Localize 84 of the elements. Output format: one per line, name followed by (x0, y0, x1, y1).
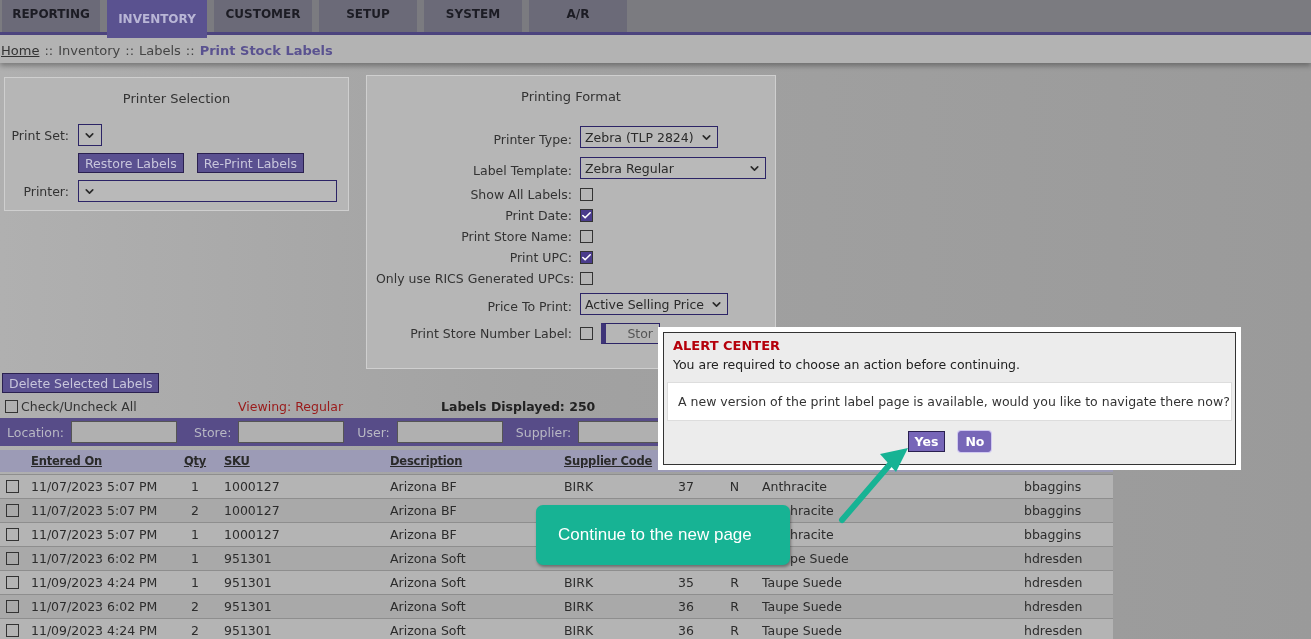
table-cell: 11/09/2023 4:24 PM (31, 623, 158, 638)
table-cell: 951301 (224, 599, 272, 614)
table-cell: hdresden (1024, 575, 1083, 590)
table-cell: 2 (191, 503, 199, 518)
panel-title: Printing Format (520, 89, 622, 104)
table-cell-text: hracite (789, 527, 834, 542)
table-cell: Arizona Soft (390, 575, 466, 590)
table-cell: Arizona BF (390, 527, 457, 542)
field-label: Printer Type: (492, 131, 572, 147)
callout-tooltip: Continue to the new page (536, 505, 790, 565)
table-cell: 36 (678, 599, 694, 614)
table-cell: 2 (191, 623, 199, 638)
table-cell: BIRK (564, 575, 594, 590)
table-cell-text: pe Suede (789, 551, 849, 566)
table-cell: Arizona BF (390, 503, 457, 518)
table-cell: 11/07/2023 6:02 PM (31, 599, 158, 614)
table-cell: bbaggins (1024, 503, 1082, 518)
table-cell: 37 (678, 479, 694, 494)
table-cell: Taupe Suede (762, 623, 842, 638)
table-cell: 951301 (224, 623, 272, 638)
field-label: Printer: (22, 183, 69, 199)
dialog-message: A new version of the print label page is available, would you like to navigate there now? (667, 382, 1232, 421)
field-label: Print Store Number Label: (409, 325, 572, 341)
table-cell: 11/07/2023 6:02 PM (31, 551, 158, 566)
dialog-subtitle: You are required to choose an action before continuing. (673, 357, 1021, 372)
table-cell: 36 (678, 623, 694, 638)
table-cell: Arizona Soft (390, 599, 466, 614)
field-label: Print UPC: (508, 250, 572, 265)
table-cell: 11/09/2023 4:24 PM (31, 575, 158, 590)
table-cell: 35 (678, 575, 694, 590)
filter-label: User: (357, 424, 390, 440)
table-cell: R (730, 623, 739, 638)
table-cell: hdresden (1024, 551, 1083, 566)
table-cell: 951301 (224, 551, 272, 566)
table-cell: Anthracite (762, 479, 828, 494)
table-cell: BIRK (564, 623, 594, 638)
table-cell: 1000127 (224, 527, 280, 542)
dialog-title: ALERT CENTER (673, 338, 782, 353)
table-cell: 11/07/2023 5:07 PM (31, 503, 158, 518)
labels-count: Labels Displayed: 250 (441, 398, 596, 414)
table-cell: hdresden (1024, 599, 1083, 614)
breadcrumb-item: Labels (139, 42, 181, 58)
table-cell: 11/07/2023 5:07 PM (31, 479, 158, 494)
viewing-status: Viewing: Regular (238, 398, 345, 414)
table-cell: R (730, 575, 739, 590)
table-cell: BIRK (564, 599, 594, 614)
table-cell: Arizona Soft (390, 623, 466, 638)
check-all-label: Check/Uncheck All (21, 398, 137, 414)
filter-label: Store: (194, 424, 232, 440)
table-cell: Arizona Soft (390, 551, 466, 566)
table-cell: 11/07/2023 5:07 PM (31, 527, 158, 542)
breadcrumb-item: Inventory (58, 42, 121, 58)
table-cell: R (730, 599, 739, 614)
table-cell: Taupe Suede (762, 575, 842, 590)
breadcrumb-separator: :: (44, 42, 54, 58)
table-cell: 951301 (224, 575, 272, 590)
field-label: Print Date: (504, 208, 572, 223)
field-label: Show All Labels: (469, 187, 572, 202)
table-cell: 1 (191, 551, 199, 566)
filter-label: Supplier: (515, 424, 572, 440)
table-cell: 1 (191, 527, 199, 542)
breadcrumb-current: Print Stock Labels (199, 42, 333, 58)
table-cell: bbaggins (1024, 479, 1082, 494)
table-cell: hdresden (1024, 623, 1083, 638)
table-cell: Taupe Suede (762, 599, 842, 614)
breadcrumb-separator: :: (185, 42, 195, 58)
table-cell: 1 (191, 479, 199, 494)
panel-title: Printer Selection (121, 91, 232, 106)
breadcrumb-separator: :: (125, 42, 134, 58)
table-cell: 1000127 (224, 503, 280, 518)
table-cell: BIRK (564, 479, 594, 494)
field-label: Print Set: (11, 127, 69, 143)
field-label: Print Store Name: (460, 229, 572, 244)
filter-label: Location: (7, 424, 65, 440)
table-cell-text: hracite (789, 503, 834, 518)
field-label: Only use RICS Generated UPCs: (376, 271, 572, 286)
table-cell: Arizona BF (390, 479, 457, 494)
table-cell: bbaggins (1024, 527, 1082, 542)
table-cell: 1000127 (224, 479, 280, 494)
table-cell: N (729, 479, 740, 494)
field-label: Label Template: (472, 162, 572, 178)
table-cell: 1 (191, 575, 199, 590)
table-cell: 2 (191, 599, 199, 614)
field-label: Price To Print: (486, 298, 572, 314)
